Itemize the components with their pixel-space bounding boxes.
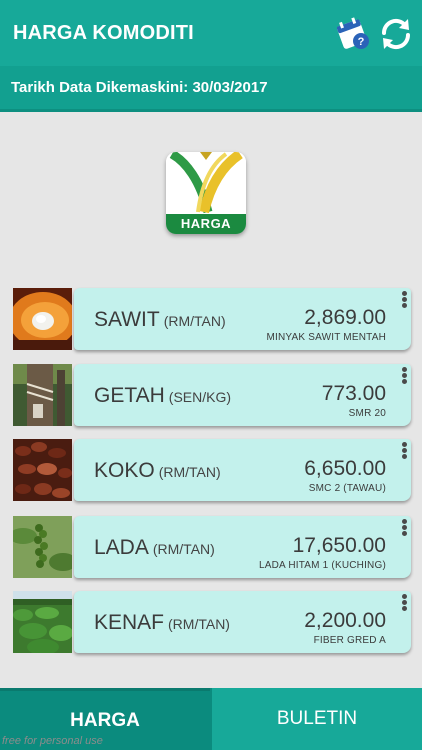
update-date-text: Tarikh Data Dikemaskini: 30/03/2017: [11, 79, 268, 96]
svg-text:?: ?: [358, 36, 365, 48]
commodity-grade: SMC 2 (TAWAU): [308, 483, 386, 494]
harga-logo: HARGA: [166, 152, 246, 234]
commodity-unit: (RM/TAN): [152, 541, 215, 557]
commodity-card[interactable]: LADA (RM/TAN) 17,650.00 LADA HITAM 1 (KUC…: [74, 516, 411, 578]
commodity-card[interactable]: GETAH (SEN/KG) 773.00 SMR 20: [74, 364, 411, 426]
cocoa-beans-image: [13, 439, 72, 501]
refresh-icon[interactable]: [378, 16, 414, 52]
commodity-name: LADA: [94, 536, 149, 559]
commodity-card[interactable]: KOKO (RM/TAN) 6,650.00 SMC 2 (TAWAU): [74, 439, 411, 501]
watermark-text: free for personal use: [2, 735, 103, 747]
app-bar: HARGA KOMODITI ?: [0, 0, 422, 66]
logo-label: HARGA: [166, 214, 246, 234]
commodity-price: 17,650.00: [292, 534, 386, 557]
commodity-unit: (SEN/KG): [168, 389, 232, 405]
commodity-grade: FIBER GRED A: [313, 635, 386, 646]
more-vertical-icon[interactable]: [399, 593, 409, 613]
commodity-name: KENAF: [94, 611, 165, 634]
list-item-getah: GETAH (SEN/KG) 773.00 SMR 20: [13, 364, 411, 426]
list-item-sawit: SAWIT (RM/TAN) 2,869.00 MINYAK SAWIT MENT…: [13, 288, 411, 350]
commodity-grade: LADA HITAM 1 (KUCHING): [258, 560, 386, 571]
more-vertical-icon[interactable]: [399, 366, 409, 386]
commodity-price: 773.00: [321, 382, 386, 405]
commodity-price: 6,650.00: [304, 457, 386, 480]
more-vertical-icon[interactable]: [399, 441, 409, 461]
help-calendar-icon[interactable]: ?: [336, 14, 372, 52]
commodity-unit: (RM/TAN): [168, 616, 230, 632]
update-date-bar: Tarikh Data Dikemaskini: 30/03/2017: [0, 66, 422, 112]
list-item-kenaf: KENAF (RM/TAN) 2,200.00 FIBER GRED A: [13, 591, 411, 653]
kenaf-field-image: [13, 591, 72, 653]
list-item-koko: KOKO (RM/TAN) 6,650.00 SMC 2 (TAWAU): [13, 439, 411, 501]
pepper-plant-image: [13, 516, 72, 578]
commodity-grade: MINYAK SAWIT MENTAH: [266, 332, 386, 343]
commodity-price: 2,869.00: [304, 306, 386, 329]
palm-fruit-image: [13, 288, 72, 350]
commodity-grade: SMR 20: [348, 408, 386, 419]
commodity-name: SAWIT: [94, 308, 160, 331]
more-vertical-icon[interactable]: [399, 518, 409, 538]
commodity-name: GETAH: [94, 384, 165, 407]
more-vertical-icon[interactable]: [399, 290, 409, 310]
commodity-card[interactable]: KENAF (RM/TAN) 2,200.00 FIBER GRED A: [74, 591, 411, 653]
app-title: HARGA KOMODITI: [13, 22, 194, 44]
list-item-lada: LADA (RM/TAN) 17,650.00 LADA HITAM 1 (KUC…: [13, 516, 411, 578]
rubber-tree-image: [13, 364, 72, 426]
commodity-unit: (RM/TAN): [158, 464, 221, 480]
commodity-card[interactable]: SAWIT (RM/TAN) 2,869.00 MINYAK SAWIT MENT…: [74, 288, 411, 350]
commodity-name: KOKO: [94, 459, 155, 482]
commodity-unit: (RM/TAN): [163, 313, 226, 329]
tab-buletin[interactable]: BULETIN: [210, 688, 422, 750]
commodity-price: 2,200.00: [304, 609, 386, 632]
